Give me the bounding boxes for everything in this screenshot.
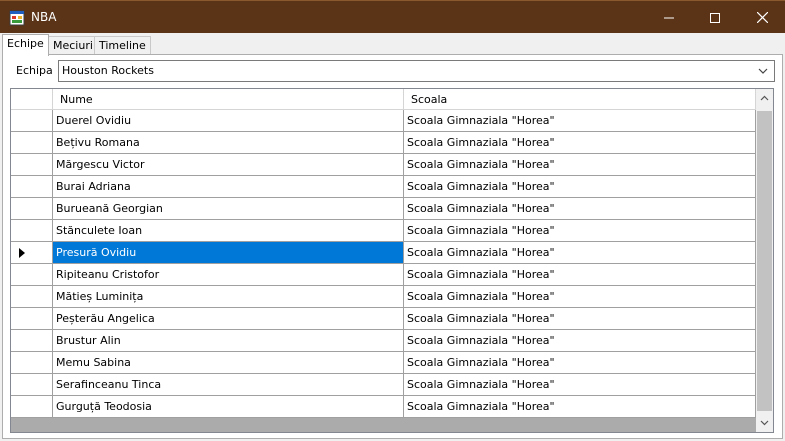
cell-nume[interactable]: Mărgescu Victor [53, 154, 404, 176]
table-row[interactable]: Presură Ovidiu Scoala Gimnaziala "Horea" [11, 242, 756, 264]
cell-nume[interactable]: Gurguță Teodosia [53, 396, 404, 418]
cell-nume[interactable]: Presură Ovidiu [53, 242, 404, 264]
current-row-icon [19, 248, 25, 258]
tab-strip: Echipe Meciuri Timeline [0, 33, 785, 56]
cell-scoala[interactable]: Scoala Gimnaziala "Horea" [404, 154, 756, 176]
cell-nume[interactable]: Burai Adriana [53, 176, 404, 198]
table-row[interactable]: Mărgescu Victor Scoala Gimnaziala "Horea" [11, 154, 756, 176]
minimize-icon [664, 17, 674, 18]
table-row[interactable]: Gurguță Teodosia Scoala Gimnaziala "Horea… [11, 396, 756, 418]
cell-scoala[interactable]: Scoala Gimnaziala "Horea" [404, 220, 756, 242]
cell-scoala[interactable]: Scoala Gimnaziala "Horea" [404, 352, 756, 374]
row-header[interactable] [11, 308, 53, 330]
scroll-down-icon[interactable] [759, 417, 770, 428]
row-header[interactable] [11, 198, 53, 220]
title-bar[interactable]: NBA [0, 0, 785, 33]
row-header[interactable] [11, 330, 53, 352]
row-header[interactable] [11, 242, 53, 264]
cell-nume[interactable]: Burueană Georgian [53, 198, 404, 220]
table-row[interactable]: Ripiteanu Cristofor Scoala Gimnaziala "Ho… [11, 264, 756, 286]
close-button[interactable] [739, 1, 785, 34]
maximize-icon [710, 12, 720, 23]
close-icon [756, 12, 768, 23]
row-header[interactable] [11, 286, 53, 308]
grid-header: Nume Scoala [11, 89, 756, 110]
app-icon [9, 10, 25, 26]
table-row[interactable]: Burueană Georgian Scoala Gimnaziala "Hore… [11, 198, 756, 220]
row-header[interactable] [11, 110, 53, 132]
column-header-scoala[interactable]: Scoala [404, 89, 756, 110]
minimize-button[interactable] [646, 1, 692, 34]
cell-scoala[interactable]: Scoala Gimnaziala "Horea" [404, 132, 756, 154]
team-combobox-value: Houston Rockets [62, 64, 154, 77]
window-title: NBA [31, 10, 57, 24]
team-label: Echipa [16, 64, 53, 77]
row-header[interactable] [11, 176, 53, 198]
table-row[interactable]: Serafinceanu Tinca Scoala Gimnaziala "Hor… [11, 374, 756, 396]
row-header[interactable] [11, 374, 53, 396]
row-header-corner[interactable] [11, 89, 53, 110]
scroll-up-icon[interactable] [759, 93, 770, 104]
cell-nume[interactable]: Ripiteanu Cristofor [53, 264, 404, 286]
row-header[interactable] [11, 264, 53, 286]
maximize-button[interactable] [692, 1, 738, 34]
tab-echipe[interactable]: Echipe [2, 34, 49, 56]
cell-scoala[interactable]: Scoala Gimnaziala "Horea" [404, 374, 756, 396]
vertical-scrollbar[interactable] [756, 89, 773, 432]
cell-nume[interactable]: Duerel Ovidiu [53, 110, 404, 132]
cell-nume[interactable]: Bețivu Romana [53, 132, 404, 154]
cell-scoala[interactable]: Scoala Gimnaziala "Horea" [404, 264, 756, 286]
row-header[interactable] [11, 132, 53, 154]
table-row[interactable]: Mătieș Luminița Scoala Gimnaziala "Horea" [11, 286, 756, 308]
tab-meciuri[interactable]: Meciuri [48, 36, 98, 55]
column-header-nume[interactable]: Nume [53, 89, 404, 110]
row-header[interactable] [11, 396, 53, 418]
cell-scoala[interactable]: Scoala Gimnaziala "Horea" [404, 110, 756, 132]
scrollbar-thumb[interactable] [757, 111, 772, 411]
row-header[interactable] [11, 154, 53, 176]
cell-nume[interactable]: Mătieș Luminița [53, 286, 404, 308]
cell-scoala[interactable]: Scoala Gimnaziala "Horea" [404, 198, 756, 220]
cell-nume[interactable]: Peșterău Angelica [53, 308, 404, 330]
chevron-down-icon [758, 68, 768, 74]
table-row[interactable]: Memu Sabina Scoala Gimnaziala "Horea" [11, 352, 756, 374]
table-row[interactable]: Stănculete Ioan Scoala Gimnaziala "Horea" [11, 220, 756, 242]
cell-scoala[interactable]: Scoala Gimnaziala "Horea" [404, 308, 756, 330]
cell-nume[interactable]: Serafinceanu Tinca [53, 374, 404, 396]
row-header[interactable] [11, 352, 53, 374]
cell-nume[interactable]: Memu Sabina [53, 352, 404, 374]
team-combobox[interactable]: Houston Rockets [58, 60, 775, 82]
cell-scoala[interactable]: Scoala Gimnaziala "Horea" [404, 396, 756, 418]
cell-scoala[interactable]: Scoala Gimnaziala "Horea" [404, 330, 756, 352]
cell-scoala[interactable]: Scoala Gimnaziala "Horea" [404, 286, 756, 308]
tab-timeline[interactable]: Timeline [94, 36, 151, 55]
table-row[interactable]: Peșterău Angelica Scoala Gimnaziala "Hore… [11, 308, 756, 330]
table-row[interactable]: Duerel Ovidiu Scoala Gimnaziala "Horea" [11, 110, 756, 132]
table-row[interactable]: Burai Adriana Scoala Gimnaziala "Horea" [11, 176, 756, 198]
cell-nume[interactable]: Stănculete Ioan [53, 220, 404, 242]
students-grid[interactable]: Nume Scoala Duerel Ovidiu Scoala Gimnazia… [10, 88, 774, 433]
table-row[interactable]: Brustur Alin Scoala Gimnaziala "Horea" [11, 330, 756, 352]
cell-scoala[interactable]: Scoala Gimnaziala "Horea" [404, 176, 756, 198]
row-header[interactable] [11, 220, 53, 242]
table-row[interactable]: Bețivu Romana Scoala Gimnaziala "Horea" [11, 132, 756, 154]
cell-nume[interactable]: Brustur Alin [53, 330, 404, 352]
cell-scoala[interactable]: Scoala Gimnaziala "Horea" [404, 242, 756, 264]
